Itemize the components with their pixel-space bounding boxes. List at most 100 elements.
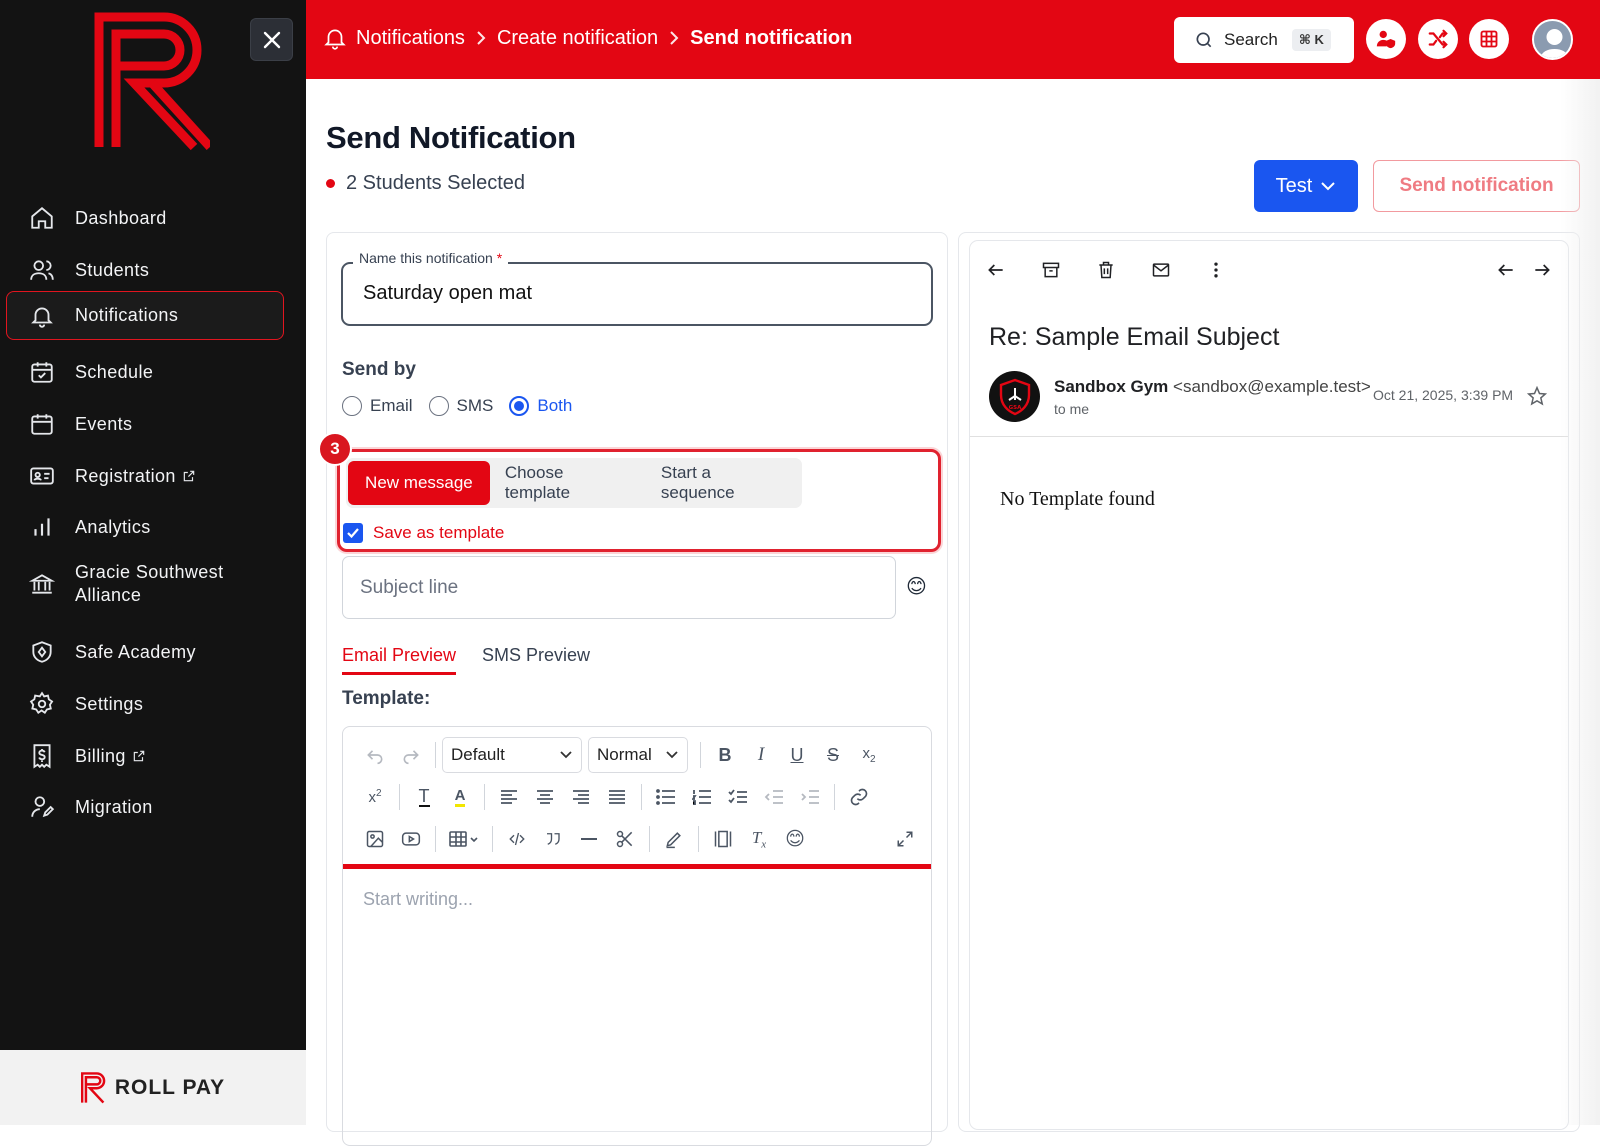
- redo-button[interactable]: [393, 738, 429, 772]
- sidebar-item-label: Settings: [75, 693, 144, 714]
- new-message-button[interactable]: New message: [348, 461, 490, 505]
- insert-table-button[interactable]: [442, 822, 486, 856]
- align-right-button[interactable]: [563, 780, 599, 814]
- sidebar-item-label: Notifications: [75, 305, 179, 325]
- toolbar-divider: [649, 826, 650, 852]
- indent-button[interactable]: [792, 780, 828, 814]
- justify-button[interactable]: [599, 780, 635, 814]
- breadcrumb-notifications[interactable]: Notifications: [356, 27, 465, 50]
- align-center-button[interactable]: [527, 780, 563, 814]
- tab-sms-preview[interactable]: SMS Preview: [482, 645, 590, 675]
- columns-icon: [714, 830, 732, 848]
- tab-email-preview[interactable]: Email Preview: [342, 645, 457, 675]
- outdent-button[interactable]: [756, 780, 792, 814]
- cut-button[interactable]: [607, 822, 643, 856]
- name-field-value[interactable]: Saturday open mat: [363, 282, 532, 305]
- grid-button[interactable]: [1469, 19, 1509, 59]
- star-icon: [1527, 386, 1547, 406]
- bold-button[interactable]: B: [707, 738, 743, 772]
- undo-button[interactable]: [357, 738, 393, 772]
- chevron-right-icon: [668, 29, 680, 47]
- sidebar-item-notifications[interactable]: Notifications: [6, 291, 284, 340]
- underline-button[interactable]: U: [779, 738, 815, 772]
- clear-format-button[interactable]: Tx: [741, 822, 777, 856]
- code-button[interactable]: [499, 822, 535, 856]
- radio-both[interactable]: Both: [509, 396, 572, 416]
- font-select[interactable]: Default: [442, 737, 582, 773]
- shuffle-button[interactable]: [1418, 19, 1458, 59]
- sidebar-item-schedule[interactable]: Schedule: [6, 350, 284, 394]
- close-sidebar-button[interactable]: [250, 18, 293, 61]
- link-button[interactable]: [841, 780, 877, 814]
- send-notification-button[interactable]: Send notification: [1373, 160, 1580, 212]
- emoji-picker-button[interactable]: 😊: [906, 574, 927, 599]
- sender-email: <sandbox@example.test>: [1173, 377, 1371, 396]
- user-shield-button[interactable]: [1366, 19, 1406, 59]
- radio-sms[interactable]: SMS: [428, 396, 494, 416]
- toolbar-divider: [700, 742, 701, 768]
- subscript-button[interactable]: x2: [851, 738, 887, 772]
- page-break-button[interactable]: [705, 822, 741, 856]
- sidebar-item-settings[interactable]: Settings: [6, 682, 284, 726]
- start-sequence-button[interactable]: Start a sequence: [646, 461, 802, 505]
- sidebar-item-migration[interactable]: Migration: [6, 785, 284, 829]
- more-options-button[interactable]: [1206, 258, 1226, 282]
- trash-icon: [1099, 261, 1113, 279]
- next-email-button[interactable]: [1532, 258, 1552, 282]
- breadcrumb-create-notification[interactable]: Create notification: [497, 27, 658, 50]
- test-dropdown-button[interactable]: Test: [1254, 160, 1358, 212]
- size-select[interactable]: Normal: [588, 737, 688, 773]
- editor-body[interactable]: Start writing...: [363, 889, 473, 910]
- choose-template-button[interactable]: Choose template: [490, 461, 646, 505]
- archive-button[interactable]: [1041, 258, 1061, 282]
- user-avatar[interactable]: [1532, 19, 1573, 60]
- numbered-list-button[interactable]: [684, 780, 720, 814]
- smiley-icon: 😊: [785, 828, 805, 850]
- close-icon: [263, 31, 280, 48]
- sidebar-item-analytics[interactable]: Analytics: [6, 505, 284, 549]
- bullet-list-button[interactable]: [648, 780, 684, 814]
- sender-name: Sandbox Gym: [1054, 377, 1169, 396]
- superscript-button[interactable]: x2: [357, 780, 393, 814]
- table-grid-icon: [1479, 29, 1499, 49]
- back-button[interactable]: [986, 258, 1006, 282]
- mark-unread-button[interactable]: [1151, 258, 1171, 282]
- highlight-button[interactable]: [656, 822, 692, 856]
- name-field-label: Name this notification *: [353, 250, 509, 266]
- blockquote-button[interactable]: [535, 822, 571, 856]
- sidebar-item-events[interactable]: Events: [6, 402, 284, 446]
- search-button[interactable]: Search ⌘ K: [1174, 17, 1354, 63]
- italic-button[interactable]: I: [743, 738, 779, 772]
- star-button[interactable]: [1527, 386, 1547, 406]
- radio-label: SMS: [456, 396, 494, 415]
- sidebar-item-safe-academy[interactable]: Safe Academy: [6, 630, 284, 674]
- radio-email[interactable]: Email: [342, 396, 413, 416]
- insert-video-button[interactable]: [393, 822, 429, 856]
- emoji-button[interactable]: 😊: [777, 822, 813, 856]
- text-style-button[interactable]: T: [406, 780, 442, 814]
- previous-email-button[interactable]: [1496, 258, 1516, 282]
- strikethrough-button[interactable]: S: [815, 738, 851, 772]
- sidebar-item-dashboard[interactable]: Dashboard: [6, 196, 284, 240]
- delete-button[interactable]: [1096, 258, 1116, 282]
- link-icon: [850, 788, 868, 806]
- sidebar-item-students[interactable]: Students: [6, 248, 284, 292]
- sidebar-item-gracie-southwest-alliance[interactable]: Gracie Southwest Alliance: [6, 557, 284, 611]
- text-color-button[interactable]: A: [442, 780, 478, 814]
- toolbar-divider: [435, 826, 436, 852]
- toolbar-divider: [399, 784, 400, 810]
- user-shield-icon: [1375, 28, 1397, 50]
- arrow-right-icon: [1535, 264, 1550, 276]
- align-left-button[interactable]: [491, 780, 527, 814]
- sidebar-item-billing[interactable]: Billing: [6, 734, 284, 778]
- smiley-icon: 😊: [906, 576, 927, 598]
- strikethrough-icon: S: [826, 744, 839, 765]
- sidebar-item-registration[interactable]: Registration: [6, 454, 284, 498]
- fullscreen-button[interactable]: [887, 822, 923, 856]
- checklist-button[interactable]: [720, 780, 756, 814]
- subject-input[interactable]: Subject line: [342, 556, 896, 619]
- save-as-template-checkbox[interactable]: Save as template: [343, 523, 504, 543]
- editor-active-border: [343, 864, 931, 869]
- horizontal-rule-button[interactable]: [571, 822, 607, 856]
- insert-image-button[interactable]: [357, 822, 393, 856]
